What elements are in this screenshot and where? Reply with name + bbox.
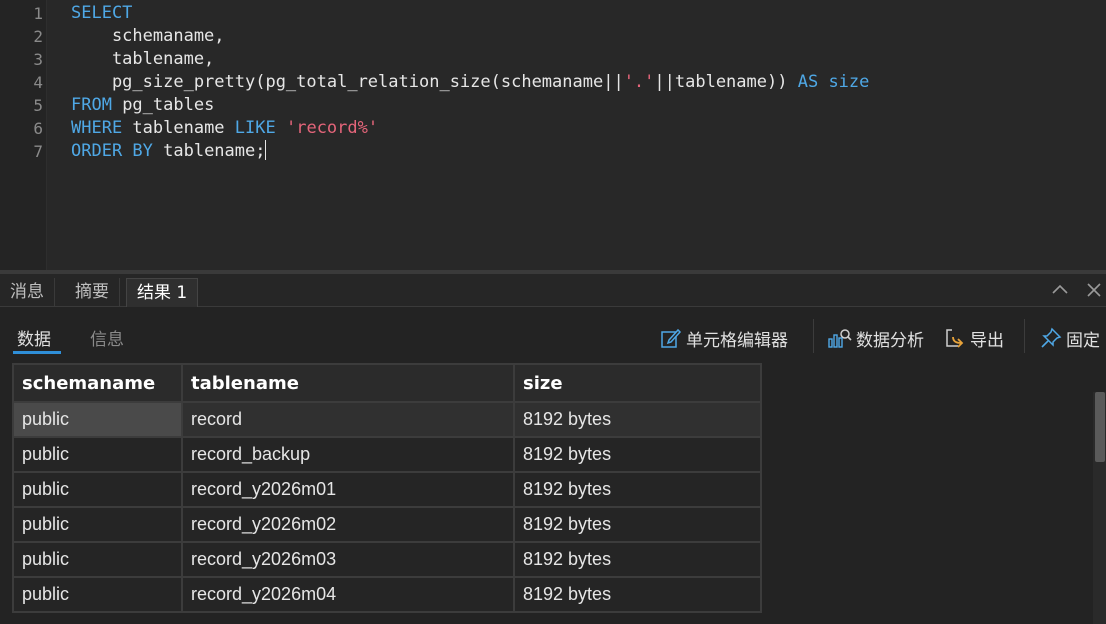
grid-cell[interactable]: 8192 bytes <box>513 436 762 473</box>
keyword: LIKE <box>234 118 276 138</box>
sql-editor[interactable]: 1 2 3 4 5 6 7 SELECT schemaname, tablena… <box>0 0 1106 270</box>
result-grid[interactable]: schemaname tablename size public record … <box>12 363 762 613</box>
code-line-2[interactable]: schemaname, <box>71 25 225 48</box>
pin-label: 固定 <box>1066 330 1100 351</box>
text-caret <box>265 140 267 160</box>
code-text: ||tablename)) <box>654 72 798 92</box>
code-text: pg_size_pretty(pg_total_relation_size(sc… <box>71 72 624 92</box>
code-line-7[interactable]: ORDER BY tablename; <box>71 140 267 163</box>
line-number: 3 <box>33 50 43 69</box>
keyword: WHERE <box>71 118 123 138</box>
export-button[interactable]: 导出 <box>944 326 1004 351</box>
data-analysis-button[interactable]: 数据分析 <box>828 326 924 351</box>
tab-summary[interactable]: 摘要 <box>65 278 120 307</box>
grid-cell[interactable]: public <box>12 541 183 578</box>
line-number: 1 <box>33 4 43 23</box>
column-header-tablename[interactable]: tablename <box>181 363 515 403</box>
string-literal: '.' <box>623 72 655 92</box>
table-row[interactable]: public record_y2026m02 8192 bytes <box>12 506 762 543</box>
toolbar-divider <box>1024 319 1025 353</box>
cell-editor-button[interactable]: 单元格编辑器 <box>660 326 788 351</box>
pin-button[interactable]: 固定 <box>1040 326 1100 351</box>
chevron-up-icon[interactable] <box>1050 280 1070 300</box>
grid-cell[interactable]: public <box>12 436 183 473</box>
grid-cell[interactable]: record <box>181 401 515 438</box>
code-line-6[interactable]: WHERE tablename LIKE 'record%' <box>71 117 378 140</box>
data-analysis-icon <box>828 329 852 348</box>
table-row[interactable]: public record_y2026m03 8192 bytes <box>12 541 762 578</box>
table-row[interactable]: public record 8192 bytes <box>12 401 762 438</box>
code-line-1[interactable]: SELECT <box>71 2 132 25</box>
grid-cell[interactable]: record_y2026m03 <box>181 541 515 578</box>
toolbar-divider <box>813 319 814 353</box>
data-analysis-label: 数据分析 <box>856 330 924 351</box>
grid-cell[interactable]: public <box>12 401 183 438</box>
grid-cell[interactable]: record_y2026m02 <box>181 506 515 543</box>
code-line-3[interactable]: tablename, <box>71 48 214 71</box>
grid-cell[interactable]: public <box>12 471 183 508</box>
keyword: size <box>828 72 870 92</box>
result-toolbar: 数据 信息 单元格编辑器 数据分析 导出 固定 <box>0 307 1106 363</box>
grid-cell[interactable]: public <box>12 576 183 613</box>
table-row[interactable]: public record_y2026m01 8192 bytes <box>12 471 762 508</box>
cell-editor-label: 单元格编辑器 <box>686 330 788 351</box>
grid-cell[interactable]: record_y2026m04 <box>181 576 515 613</box>
close-icon[interactable] <box>1084 280 1104 300</box>
tab-info[interactable]: 信息 <box>90 325 124 350</box>
grid-header-row: schemaname tablename size <box>12 363 762 403</box>
table-row[interactable]: public record_y2026m04 8192 bytes <box>12 576 762 613</box>
grid-cell[interactable]: 8192 bytes <box>513 401 762 438</box>
grid-cell[interactable]: public <box>12 506 183 543</box>
grid-cell[interactable]: 8192 bytes <box>513 541 762 578</box>
table-row[interactable]: public record_backup 8192 bytes <box>12 436 762 473</box>
grid-cell[interactable]: 8192 bytes <box>513 506 762 543</box>
grid-cell[interactable]: record_backup <box>181 436 515 473</box>
line-number: 5 <box>33 96 43 115</box>
grid-cell[interactable]: 8192 bytes <box>513 576 762 613</box>
grid-cell[interactable]: record_y2026m01 <box>181 471 515 508</box>
code-line-5[interactable]: FROM pg_tables <box>71 94 214 117</box>
result-tab-bar: 消息 摘要 结果 1 <box>0 274 1106 307</box>
keyword: AS <box>797 72 819 92</box>
grid-cell[interactable]: 8192 bytes <box>513 471 762 508</box>
string-literal: 'record%' <box>285 118 379 138</box>
cell-editor-icon <box>661 328 682 348</box>
column-header-size[interactable]: size <box>513 363 762 403</box>
keyword: ORDER BY <box>71 141 153 161</box>
keyword: FROM <box>71 95 112 115</box>
code-text: schemaname, <box>71 26 225 46</box>
line-number-gutter: 1 2 3 4 5 6 7 <box>0 0 47 270</box>
line-number: 7 <box>33 142 43 161</box>
column-header-schemaname[interactable]: schemaname <box>12 363 183 403</box>
tab-result-1[interactable]: 结果 1 <box>126 278 199 307</box>
code-text: pg_tables <box>111 95 215 115</box>
line-number: 2 <box>33 27 43 46</box>
tab-data[interactable]: 数据 <box>17 325 51 350</box>
tab-messages[interactable]: 消息 <box>0 278 55 307</box>
pin-icon <box>1041 327 1062 348</box>
code-text: tablename <box>122 118 235 138</box>
code-text: tablename, <box>71 49 215 69</box>
code-line-4[interactable]: pg_size_pretty(pg_total_relation_size(sc… <box>71 71 869 94</box>
line-number: 6 <box>33 119 43 138</box>
export-icon <box>946 329 964 348</box>
export-label: 导出 <box>970 330 1004 351</box>
scrollbar-thumb[interactable] <box>1095 392 1105 462</box>
active-tab-indicator <box>13 351 61 354</box>
keyword: SELECT <box>71 3 133 23</box>
line-number: 4 <box>33 73 43 92</box>
code-text: tablename; <box>152 141 266 161</box>
